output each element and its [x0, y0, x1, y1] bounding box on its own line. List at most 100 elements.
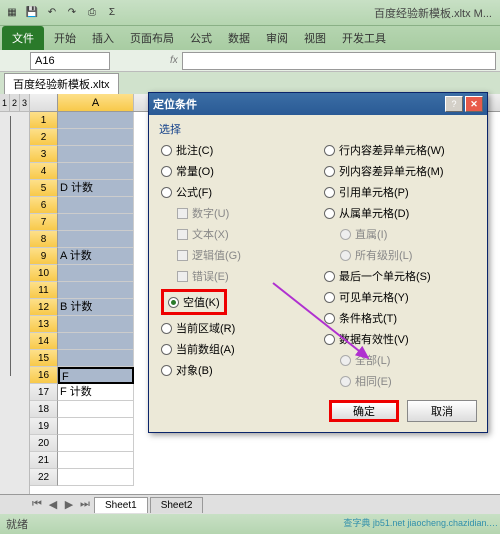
row-number[interactable]: 22: [30, 469, 58, 486]
cell[interactable]: [58, 231, 134, 248]
option-数字(U): 数字(U): [159, 204, 314, 222]
row-number[interactable]: 21: [30, 452, 58, 469]
option-列内容差异单元格(M)[interactable]: 列内容差异单元格(M): [322, 162, 477, 180]
col-A[interactable]: A: [58, 94, 134, 111]
row-number[interactable]: 19: [30, 418, 58, 435]
cell[interactable]: [58, 214, 134, 231]
tab-review[interactable]: 审阅: [258, 26, 296, 50]
cell[interactable]: [58, 146, 134, 163]
cell[interactable]: F 计数: [58, 384, 134, 401]
option-可见单元格(Y)[interactable]: 可见单元格(Y): [322, 288, 477, 306]
row-number[interactable]: 13: [30, 316, 58, 333]
print-icon[interactable]: ⎙: [84, 5, 100, 21]
option-空值(K)[interactable]: 空值(K): [159, 288, 314, 316]
redo-icon[interactable]: ↷: [64, 5, 80, 21]
option-label: 相同(E): [355, 373, 392, 389]
row-number[interactable]: 2: [30, 129, 58, 146]
cell[interactable]: [58, 163, 134, 180]
option-条件格式(T)[interactable]: 条件格式(T): [322, 309, 477, 327]
row-number[interactable]: 9: [30, 248, 58, 265]
tab-insert[interactable]: 插入: [84, 26, 122, 50]
row-number[interactable]: 1: [30, 112, 58, 129]
row-number[interactable]: 7: [30, 214, 58, 231]
cell[interactable]: [58, 129, 134, 146]
radio-icon: [324, 145, 335, 156]
cell[interactable]: [58, 350, 134, 367]
help-button[interactable]: ?: [445, 96, 463, 112]
sum-icon[interactable]: Σ: [104, 5, 120, 21]
option-数据有效性(V)[interactable]: 数据有效性(V): [322, 330, 477, 348]
cell[interactable]: [58, 435, 134, 452]
option-常量(O)[interactable]: 常量(O): [159, 162, 314, 180]
option-label: 批注(C): [176, 142, 213, 158]
cell[interactable]: F: [58, 367, 134, 384]
nav-prev-icon[interactable]: ◀: [46, 498, 60, 511]
cancel-button[interactable]: 取消: [407, 400, 477, 422]
tab-dev[interactable]: 开发工具: [334, 26, 394, 50]
cell[interactable]: B 计数: [58, 299, 134, 316]
option-label: 从属单元格(D): [339, 205, 409, 221]
option-label: 错误(E): [192, 268, 229, 284]
row-number[interactable]: 14: [30, 333, 58, 350]
tab-view[interactable]: 视图: [296, 26, 334, 50]
cell[interactable]: [58, 316, 134, 333]
tab-formula[interactable]: 公式: [182, 26, 220, 50]
row-number[interactable]: 12: [30, 299, 58, 316]
row-number[interactable]: 16: [30, 367, 58, 384]
row-number[interactable]: 3: [30, 146, 58, 163]
sheet-tab-1[interactable]: Sheet1: [94, 497, 148, 513]
row-number[interactable]: 20: [30, 435, 58, 452]
section-label: 选择: [159, 121, 477, 137]
option-从属单元格(D)[interactable]: 从属单元格(D): [322, 204, 477, 222]
row-number[interactable]: 4: [30, 163, 58, 180]
undo-icon[interactable]: ↶: [44, 5, 60, 21]
option-行内容差异单元格(W)[interactable]: 行内容差异单元格(W): [322, 141, 477, 159]
cell[interactable]: [58, 197, 134, 214]
row-number[interactable]: 15: [30, 350, 58, 367]
close-button[interactable]: ✕: [465, 96, 483, 112]
row-number[interactable]: 5: [30, 180, 58, 197]
cell[interactable]: [58, 112, 134, 129]
formula-input[interactable]: [182, 52, 496, 70]
row-number[interactable]: 11: [30, 282, 58, 299]
cell[interactable]: [58, 418, 134, 435]
cell[interactable]: A 计数: [58, 248, 134, 265]
cell[interactable]: [58, 401, 134, 418]
row-number[interactable]: 18: [30, 401, 58, 418]
row-number[interactable]: 17: [30, 384, 58, 401]
row-number[interactable]: 10: [30, 265, 58, 282]
option-label: 条件格式(T): [339, 310, 397, 326]
nav-next-icon[interactable]: ▶: [62, 498, 76, 511]
cell[interactable]: [58, 469, 134, 486]
cell[interactable]: [58, 265, 134, 282]
sheet-tab-2[interactable]: Sheet2: [150, 497, 204, 513]
option-最后一个单元格(S)[interactable]: 最后一个单元格(S): [322, 267, 477, 285]
option-引用单元格(P)[interactable]: 引用单元格(P): [322, 183, 477, 201]
file-tab[interactable]: 文件: [2, 26, 44, 50]
option-当前区域(R)[interactable]: 当前区域(R): [159, 319, 314, 337]
cell[interactable]: [58, 333, 134, 350]
option-批注(C)[interactable]: 批注(C): [159, 141, 314, 159]
row-number[interactable]: 8: [30, 231, 58, 248]
cell[interactable]: [58, 282, 134, 299]
cell[interactable]: D 计数: [58, 180, 134, 197]
row-number[interactable]: 6: [30, 197, 58, 214]
cell[interactable]: [58, 452, 134, 469]
table-row: 21: [30, 452, 500, 469]
option-当前数组(A)[interactable]: 当前数组(A): [159, 340, 314, 358]
save-icon[interactable]: 💾: [24, 5, 40, 21]
fx-label[interactable]: fx: [170, 55, 178, 66]
name-box[interactable]: A16: [30, 52, 110, 70]
workbook-tab[interactable]: 百度经验新模板.xltx: [4, 73, 119, 94]
option-label: 当前区域(R): [176, 320, 235, 336]
nav-last-icon[interactable]: ⏭: [78, 498, 92, 511]
option-所有级别(L): 所有级别(L): [322, 246, 477, 264]
tab-data[interactable]: 数据: [220, 26, 258, 50]
dialog-titlebar[interactable]: 定位条件 ? ✕: [149, 93, 487, 115]
nav-first-icon[interactable]: ⏮: [30, 498, 44, 511]
option-公式(F)[interactable]: 公式(F): [159, 183, 314, 201]
tab-layout[interactable]: 页面布局: [122, 26, 182, 50]
option-对象(B)[interactable]: 对象(B): [159, 361, 314, 379]
tab-home[interactable]: 开始: [46, 26, 84, 50]
ok-button[interactable]: 确定: [329, 400, 399, 422]
